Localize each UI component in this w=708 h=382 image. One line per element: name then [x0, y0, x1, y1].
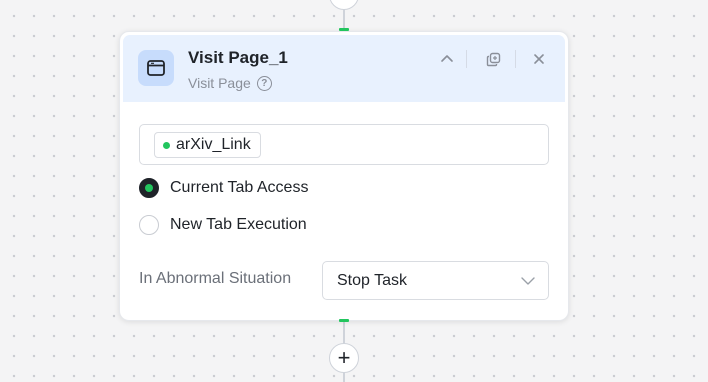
radio-button-checked[interactable] — [139, 178, 159, 198]
radio-button[interactable] — [139, 215, 159, 235]
help-icon[interactable]: ? — [256, 75, 272, 91]
variable-tag-label: arXiv_Link — [176, 136, 251, 153]
close-icon — [534, 54, 544, 64]
variable-tag[interactable]: arXiv_Link — [154, 132, 261, 158]
duplicate-button[interactable] — [483, 49, 503, 69]
chevron-down-icon — [521, 277, 535, 285]
plus-icon: + — [337, 345, 351, 370]
abnormal-situation-select[interactable]: Stop Task — [322, 261, 549, 300]
variable-status-dot — [163, 141, 170, 149]
input-port[interactable] — [339, 28, 349, 31]
radio-label: New Tab Execution — [170, 216, 307, 233]
header-divider — [515, 50, 516, 68]
radio-current-tab[interactable]: Current Tab Access — [139, 178, 308, 198]
radio-label: Current Tab Access — [170, 179, 309, 196]
node-header: Visit Page_1 Visit Page ? — [123, 35, 565, 102]
node-subtitle: Visit Page ? — [188, 75, 272, 91]
previous-node-handle[interactable] — [329, 0, 359, 10]
browser-window-icon — [138, 50, 174, 86]
node-title[interactable]: Visit Page_1 — [188, 48, 288, 68]
header-divider — [466, 50, 467, 68]
collapse-button[interactable] — [437, 49, 457, 69]
output-port[interactable] — [339, 319, 349, 322]
abnormal-situation-label: In Abnormal Situation — [139, 270, 292, 287]
add-node-button[interactable]: + — [329, 343, 359, 373]
select-value: Stop Task — [337, 272, 407, 289]
copy-icon — [486, 52, 500, 66]
chevron-up-icon — [441, 55, 453, 62]
node-type-label: Visit Page — [188, 75, 251, 91]
visit-page-node-card[interactable]: Visit Page_1 Visit Page ? arXiv_Link Cur… — [119, 31, 569, 321]
radio-new-tab[interactable]: New Tab Execution — [139, 215, 307, 235]
close-button[interactable] — [529, 49, 549, 69]
url-variable-field[interactable]: arXiv_Link — [139, 124, 549, 165]
